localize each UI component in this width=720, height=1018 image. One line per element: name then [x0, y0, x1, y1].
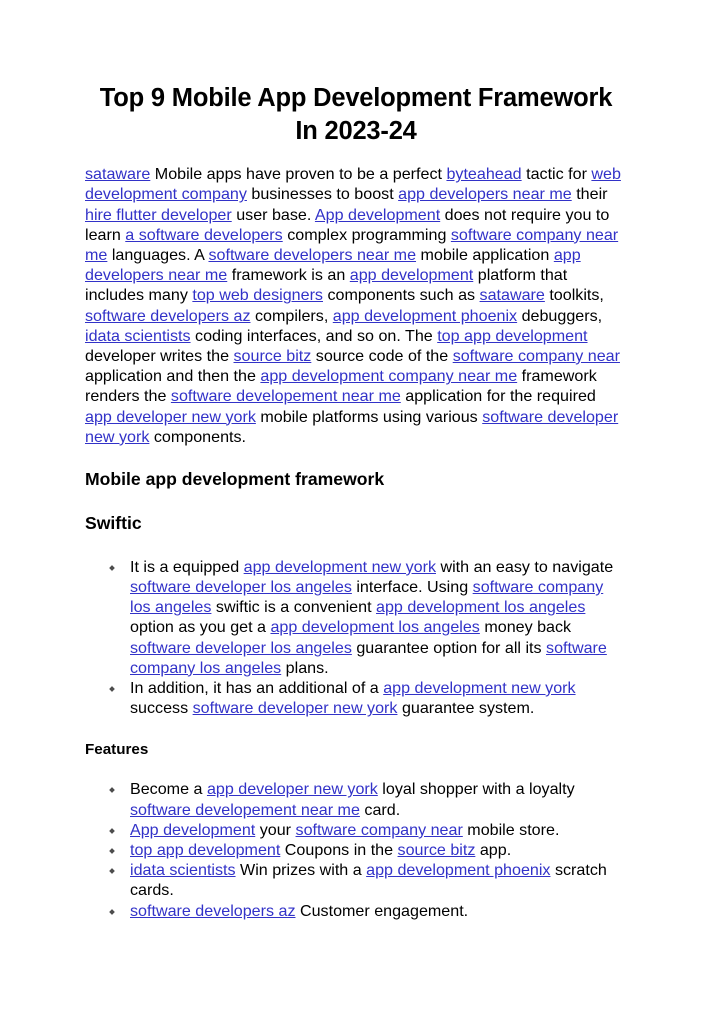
- inline-link[interactable]: software company near: [453, 347, 620, 365]
- inline-link[interactable]: app developer new york: [207, 780, 378, 798]
- list-item: App development your software company ne…: [85, 820, 627, 840]
- inline-link[interactable]: App development: [130, 821, 255, 839]
- inline-link[interactable]: app development los angeles: [376, 598, 585, 616]
- inline-link[interactable]: software developers near me: [208, 246, 416, 264]
- inline-link[interactable]: idata scientists: [130, 861, 236, 879]
- section-heading-framework: Mobile app development framework: [85, 468, 385, 489]
- inline-link[interactable]: software developement near me: [130, 801, 360, 819]
- features-bullet-list: Become a app developer new york loyal sh…: [85, 779, 627, 920]
- inline-link[interactable]: source bitz: [398, 841, 476, 859]
- swiftic-bullet-list: It is a equipped app development new yor…: [85, 557, 627, 719]
- inline-link[interactable]: software developer los angeles: [130, 639, 352, 657]
- inline-link[interactable]: app development company near me: [260, 367, 517, 385]
- inline-link[interactable]: app development phoenix: [366, 861, 550, 879]
- subsection-heading-swiftic: Swiftic: [85, 512, 142, 533]
- inline-link[interactable]: App development: [315, 206, 440, 224]
- inline-link[interactable]: a software developers: [125, 226, 282, 244]
- page-title: Top 9 Mobile App Development Framework I…: [99, 84, 613, 146]
- inline-link[interactable]: software developement near me: [171, 387, 401, 405]
- inline-link[interactable]: top web designers: [192, 286, 323, 304]
- inline-link[interactable]: source bitz: [234, 347, 312, 365]
- inline-link[interactable]: app development new york: [383, 679, 575, 697]
- list-item: It is a equipped app development new yor…: [85, 557, 627, 678]
- inline-link[interactable]: sataware: [480, 286, 545, 304]
- document-page: Top 9 Mobile App Development Framework I…: [0, 0, 720, 1018]
- list-item: In addition, it has an additional of a a…: [85, 678, 627, 718]
- features-heading: Features: [85, 741, 149, 759]
- inline-link[interactable]: idata scientists: [85, 327, 191, 345]
- inline-link[interactable]: top app development: [130, 841, 280, 859]
- inline-link[interactable]: top app development: [437, 327, 587, 345]
- inline-link[interactable]: app developers near me: [398, 185, 572, 203]
- inline-link[interactable]: app development new york: [244, 558, 436, 576]
- intro-paragraph: sataware Mobile apps have proven to be a…: [85, 165, 621, 446]
- list-item: software developers az Customer engageme…: [85, 901, 627, 921]
- inline-link[interactable]: byteahead: [446, 165, 521, 183]
- inline-link[interactable]: software developers az: [130, 902, 296, 920]
- inline-link[interactable]: app developer new york: [85, 408, 256, 426]
- inline-link[interactable]: sataware: [85, 165, 150, 183]
- list-item: idata scientists Win prizes with a app d…: [85, 860, 627, 900]
- inline-link[interactable]: software developer new york: [193, 699, 398, 717]
- inline-link[interactable]: software developer los angeles: [130, 578, 352, 596]
- inline-link[interactable]: app development phoenix: [333, 307, 517, 325]
- inline-link[interactable]: app development los angeles: [270, 618, 479, 636]
- inline-link[interactable]: hire flutter developer: [85, 206, 232, 224]
- list-item: top app development Coupons in the sourc…: [85, 840, 627, 860]
- inline-link[interactable]: app development: [350, 266, 473, 284]
- document-content: Top 9 Mobile App Development Framework I…: [85, 82, 627, 943]
- inline-link[interactable]: software developers az: [85, 307, 251, 325]
- list-item: Become a app developer new york loyal sh…: [85, 779, 627, 819]
- inline-link[interactable]: software company near: [296, 821, 463, 839]
